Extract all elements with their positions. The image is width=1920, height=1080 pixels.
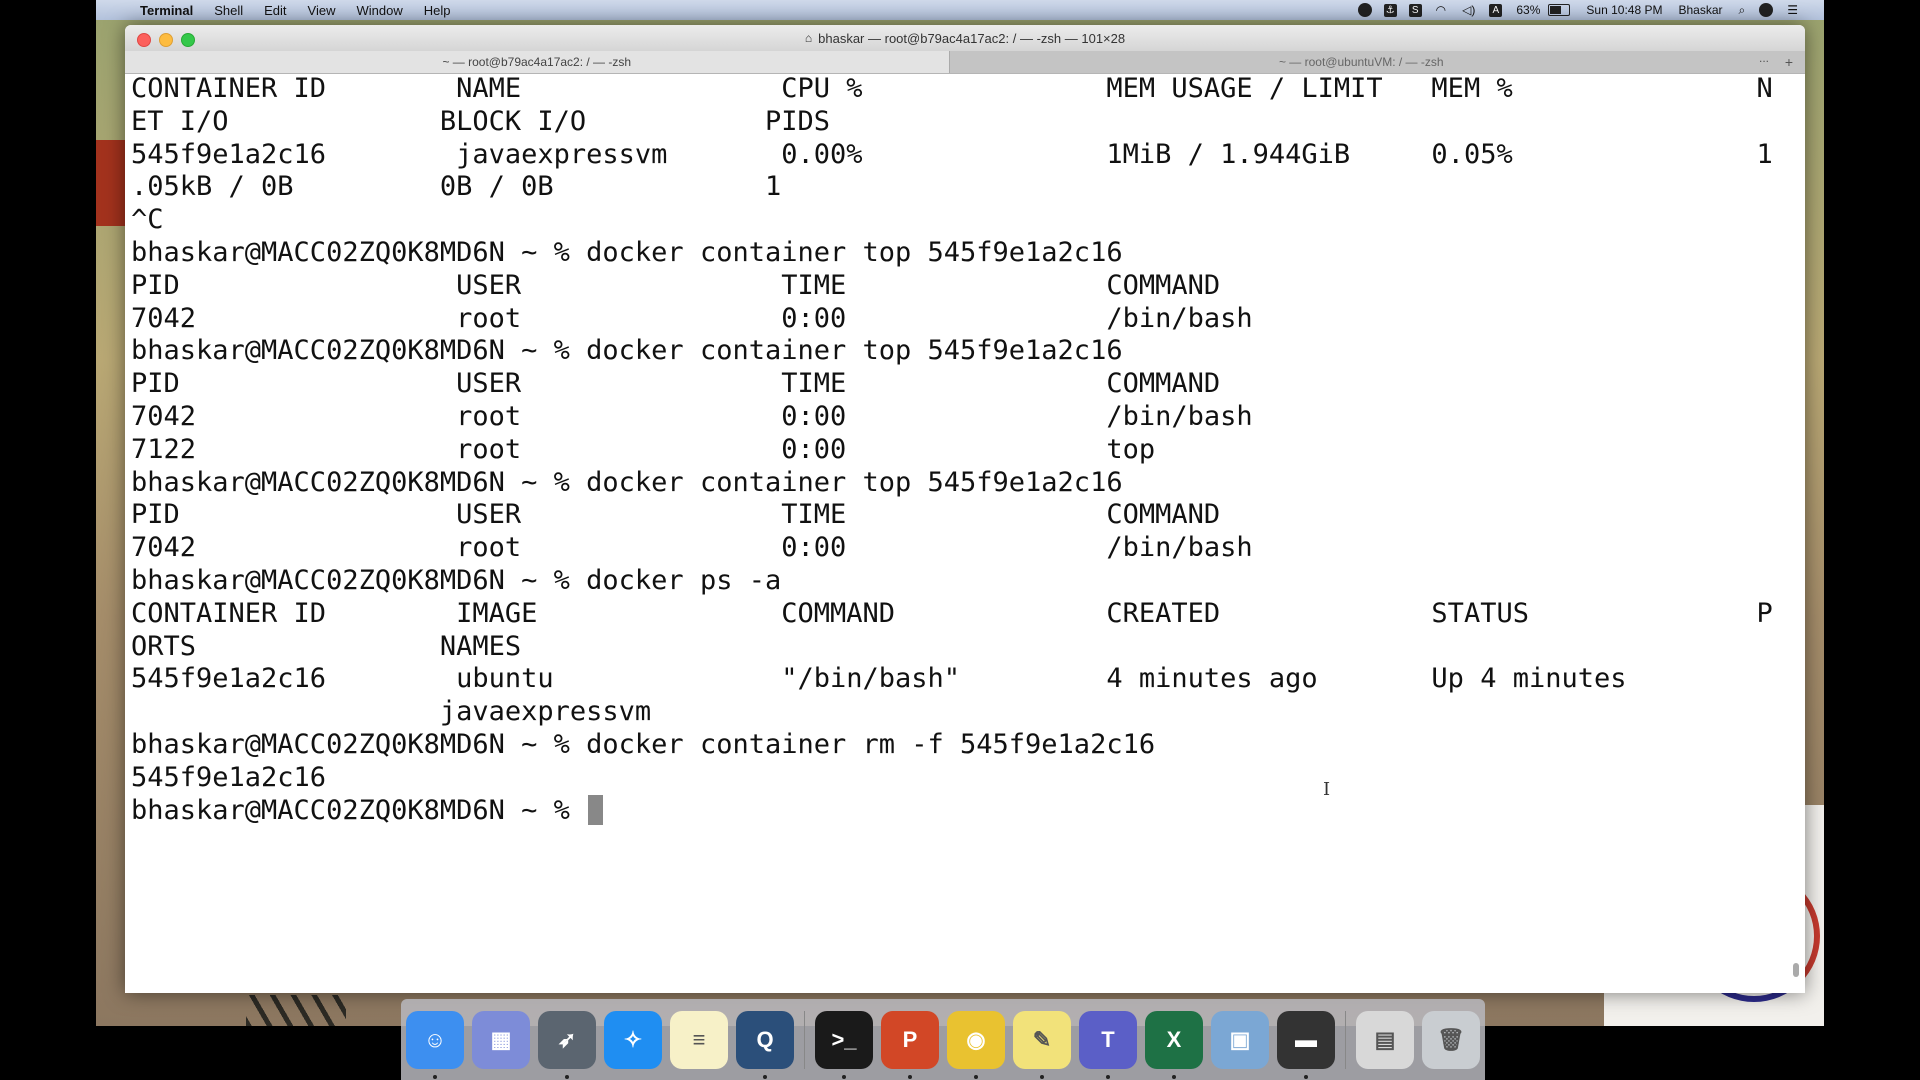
terminal-line: 7042 root 0:00 /bin/bash bbox=[131, 400, 1253, 432]
record-status-icon[interactable] bbox=[1357, 3, 1372, 17]
tab-overflow-button[interactable]: ... bbox=[1759, 51, 1769, 65]
terminal-prompt: bhaskar@MACC02ZQ0K8MD6N ~ % bbox=[131, 794, 587, 826]
dock-running-indicator bbox=[908, 1074, 912, 1079]
zoom-window-button[interactable] bbox=[181, 33, 195, 47]
dock: ☺ ▦ ➶ ✧ ≡ Q >_ P ◉ ✎ T X ▣ ▬ ▤ 🗑 bbox=[401, 999, 1485, 1080]
notification-center-icon[interactable]: ☰ bbox=[1787, 3, 1798, 17]
menu-clock[interactable]: Sun 10:48 PM bbox=[1586, 3, 1662, 17]
menu-shell[interactable]: Shell bbox=[214, 3, 243, 18]
terminal-line: bhaskar@MACC02ZQ0K8MD6N ~ % docker conta… bbox=[131, 236, 1123, 268]
battery-percent[interactable]: 63% bbox=[1516, 3, 1540, 17]
terminal-line: 545f9e1a2c16 bbox=[131, 761, 327, 793]
scrollbar-thumb[interactable] bbox=[1793, 963, 1799, 977]
dock-screen-recorder-icon[interactable]: ▬ bbox=[1277, 1010, 1335, 1079]
dock-running-indicator bbox=[1304, 1074, 1308, 1079]
window-title: bhaskar — root@b79ac4a17ac2: / — -zsh — … bbox=[818, 30, 1126, 46]
dock-terminal-icon[interactable]: >_ bbox=[815, 1010, 873, 1079]
dock-trash-icon[interactable]: 🗑 bbox=[1422, 1010, 1480, 1069]
terminal-line: 7122 root 0:00 top bbox=[131, 433, 1156, 465]
spotlight-search-icon[interactable]: ⌕ bbox=[1739, 3, 1746, 18]
minimize-window-button[interactable] bbox=[159, 33, 173, 47]
dock-running-indicator bbox=[1172, 1074, 1176, 1079]
terminal-line: PID USER TIME COMMAND bbox=[131, 368, 1221, 400]
terminal-line: ^C bbox=[131, 204, 164, 236]
terminal-line: 7042 root 0:00 /bin/bash bbox=[131, 532, 1253, 564]
new-tab-button[interactable]: + bbox=[1773, 51, 1805, 73]
home-folder-icon: ⌂ bbox=[804, 31, 813, 45]
input-source-icon[interactable]: A bbox=[1489, 3, 1503, 17]
dock-documents-icon[interactable]: ▤ bbox=[1356, 1010, 1414, 1069]
dock-virtualbox-icon[interactable]: ▣ bbox=[1211, 1010, 1269, 1069]
dock-quicktime-icon[interactable]: Q bbox=[736, 1010, 794, 1079]
terminal-line: javaexpressvm bbox=[131, 696, 652, 728]
desktop-stripes bbox=[246, 995, 346, 1026]
dock-rocket-icon[interactable]: ➶ bbox=[538, 1010, 596, 1079]
terminal-line: CONTAINER ID IMAGE COMMAND CREATED STATU… bbox=[131, 597, 1773, 629]
terminal-line: 545f9e1a2c16 ubuntu "/bin/bash" 4 minute… bbox=[131, 663, 1627, 695]
terminal-line: ORTS NAMES bbox=[131, 630, 522, 662]
dock-separator bbox=[804, 1010, 805, 1069]
dock-excel-icon[interactable]: X bbox=[1145, 1010, 1203, 1079]
menu-app-name[interactable]: Terminal bbox=[140, 3, 193, 18]
dock-stickies-icon[interactable]: ✎ bbox=[1013, 1010, 1071, 1079]
dock-chrome-icon[interactable]: ◉ bbox=[947, 1010, 1005, 1079]
terminal-line: PID USER TIME COMMAND bbox=[131, 499, 1221, 531]
terminal-cursor bbox=[588, 794, 604, 825]
tab-bar: ~ — root@b79ac4a17ac2: / — -zsh ~ — root… bbox=[125, 51, 1805, 74]
close-window-button[interactable] bbox=[137, 33, 151, 47]
window-titlebar[interactable]: ⌂ bhaskar — root@b79ac4a17ac2: / — -zsh … bbox=[125, 25, 1805, 51]
dock-running-indicator bbox=[433, 1074, 437, 1079]
terminal-line: ET I/O BLOCK I/O PIDS bbox=[131, 105, 830, 137]
menu-view[interactable]: View bbox=[308, 3, 336, 18]
terminal-line: 545f9e1a2c16 javaexpressvm 0.00% 1MiB / … bbox=[131, 138, 1773, 170]
terminal-line: .05kB / 0B 0B / 0B 1 bbox=[131, 171, 782, 203]
terminal-line: bhaskar@MACC02ZQ0K8MD6N ~ % docker conta… bbox=[131, 466, 1123, 498]
dock-running-indicator bbox=[763, 1074, 767, 1079]
menu-window[interactable]: Window bbox=[357, 3, 403, 18]
dock-powerpoint-icon[interactable]: P bbox=[881, 1010, 939, 1079]
dock-launchpad-icon[interactable]: ▦ bbox=[472, 1010, 530, 1069]
menu-help[interactable]: Help bbox=[424, 3, 451, 18]
menu-user[interactable]: Bhaskar bbox=[1678, 3, 1722, 17]
wifi-icon[interactable]: ◠ bbox=[1436, 3, 1446, 17]
dock-safari-icon[interactable]: ✧ bbox=[604, 1010, 662, 1069]
siri-icon[interactable] bbox=[1759, 3, 1774, 17]
dock-running-indicator bbox=[1106, 1074, 1110, 1079]
tab-container-shell[interactable]: ~ — root@b79ac4a17ac2: / — -zsh bbox=[125, 51, 949, 73]
menu-bar: Terminal Shell Edit View Window Help ⚓ S… bbox=[96, 0, 1824, 20]
dock-running-indicator bbox=[842, 1074, 846, 1079]
volume-icon[interactable]: ◁) bbox=[1462, 3, 1475, 17]
dock-notes-icon[interactable]: ≡ bbox=[670, 1010, 728, 1069]
text-cursor-ibeam: I bbox=[1323, 779, 1331, 800]
terminal-line: 7042 root 0:00 /bin/bash bbox=[131, 302, 1253, 334]
terminal-output[interactable]: CONTAINER ID NAME CPU % MEM USAGE / LIMI… bbox=[131, 73, 1781, 983]
terminal-line: PID USER TIME COMMAND bbox=[131, 269, 1221, 301]
terminal-prompt-line[interactable]: bhaskar@MACC02ZQ0K8MD6N ~ % bbox=[131, 794, 1781, 828]
dock-separator bbox=[1345, 1010, 1346, 1069]
dock-running-indicator bbox=[974, 1074, 978, 1079]
battery-icon[interactable] bbox=[1548, 4, 1571, 16]
terminal-line: CONTAINER ID NAME CPU % MEM USAGE / LIMI… bbox=[131, 73, 1773, 104]
dock-finder-icon[interactable]: ☺ bbox=[406, 1010, 464, 1079]
dock-running-indicator bbox=[565, 1074, 569, 1079]
docker-status-icon[interactable]: ⚓ bbox=[1383, 3, 1397, 17]
terminal-line: bhaskar@MACC02ZQ0K8MD6N ~ % docker conta… bbox=[131, 728, 1156, 760]
terminal-line: bhaskar@MACC02ZQ0K8MD6N ~ % docker conta… bbox=[131, 335, 1123, 367]
dock-running-indicator bbox=[1040, 1074, 1044, 1079]
vertical-scrollbar[interactable] bbox=[1791, 77, 1801, 977]
menu-edit[interactable]: Edit bbox=[264, 3, 286, 18]
skype-status-icon[interactable]: S bbox=[1408, 3, 1422, 17]
terminal-window: ⌂ bhaskar — root@b79ac4a17ac2: / — -zsh … bbox=[125, 25, 1805, 993]
terminal-line: bhaskar@MACC02ZQ0K8MD6N ~ % docker ps -a bbox=[131, 564, 782, 596]
dock-teams-icon[interactable]: T bbox=[1079, 1010, 1137, 1079]
tab-ubuntu-vm[interactable]: ~ — root@ubuntuVM: / — -zsh bbox=[948, 51, 1773, 73]
